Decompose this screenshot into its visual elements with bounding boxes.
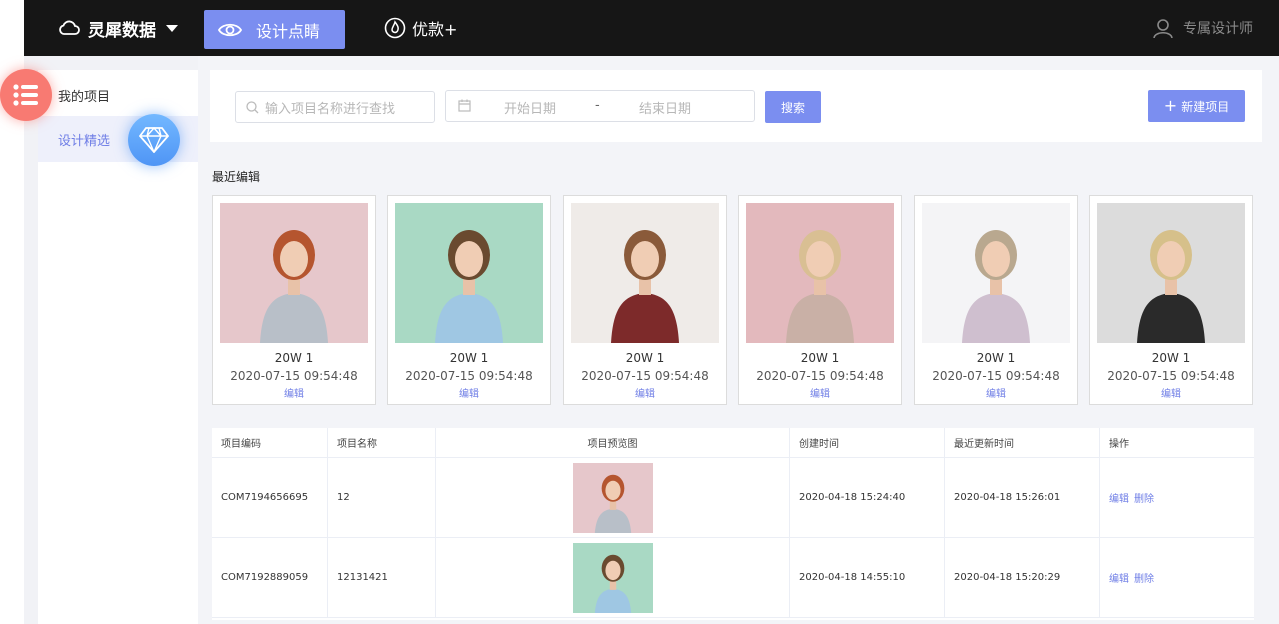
date-range-picker[interactable]: 开始日期 - 结束日期 [445, 90, 755, 122]
card-edit-link[interactable]: 编辑 [564, 385, 726, 400]
card-time: 2020-07-15 09:54:48 [1107, 369, 1235, 383]
updated-time: 2020-04-18 15:20:29 [945, 538, 1100, 617]
header-preview: 项目预览图 [436, 428, 790, 457]
recent-project-card[interactable]: 20W 1 2020-07-15 09:54:48 编辑 [212, 195, 376, 405]
sidebar-item-label: 我的项目 [58, 89, 111, 105]
cloud-icon [59, 20, 80, 35]
recent-project-card[interactable]: 20W 1 2020-07-15 09:54:48 编辑 [1089, 195, 1253, 405]
table-row: COM7194656695 12 2020-04-18 15:24:40 202… [212, 458, 1254, 538]
row-actions: 编辑 删除 [1100, 458, 1254, 537]
header-code: 项目编码 [212, 428, 328, 457]
project-thumbnail[interactable] [1097, 203, 1245, 343]
eye-icon [218, 23, 242, 36]
preview-image[interactable] [572, 462, 653, 533]
new-project-button[interactable]: + 新建项目 [1148, 90, 1245, 122]
nav-youkuan-label: 优款+ [412, 20, 458, 39]
nav-design-highlight[interactable]: 设计点睛 [204, 10, 345, 49]
card-time: 2020-07-15 09:54:48 [230, 369, 358, 383]
search-input[interactable]: 输入项目名称进行查找 [235, 91, 435, 123]
sidebar-gap [38, 56, 198, 70]
calendar-icon [458, 99, 471, 112]
card-edit-link[interactable]: 编辑 [739, 385, 901, 400]
nav-youkuan[interactable]: 优款+ [384, 0, 457, 56]
chevron-down-icon [166, 24, 178, 32]
card-edit-link[interactable]: 编辑 [388, 385, 550, 400]
updated-time: 2020-04-18 15:26:01 [945, 458, 1100, 537]
top-navbar: 灵犀数据 设计点睛 优款+ 专属设计师 [24, 0, 1279, 56]
user-menu[interactable]: 专属设计师 [1153, 0, 1253, 56]
delete-link[interactable]: 删除 [1134, 490, 1154, 505]
recent-project-card[interactable]: 20W 1 2020-07-15 09:54:48 编辑 [563, 195, 727, 405]
card-time: 2020-07-15 09:54:48 [932, 369, 1060, 383]
edit-link[interactable]: 编辑 [1109, 490, 1129, 505]
project-thumbnail[interactable] [571, 203, 719, 343]
sidebar-item-my-projects[interactable]: 我的项目 [38, 72, 198, 118]
project-name: 12 [328, 458, 436, 537]
projects-table: 项目编码 项目名称 项目预览图 创建时间 最近更新时间 操作 COM719465… [212, 428, 1254, 620]
card-edit-link[interactable]: 编辑 [1090, 385, 1252, 400]
project-thumbnail[interactable] [395, 203, 543, 343]
project-thumbnail[interactable] [746, 203, 894, 343]
new-project-label: 新建项目 [1181, 99, 1230, 114]
header-name: 项目名称 [328, 428, 436, 457]
end-date-input[interactable]: 结束日期 [639, 98, 691, 117]
project-preview [436, 538, 790, 617]
plus-icon: + [1163, 96, 1178, 115]
search-icon [246, 100, 259, 113]
date-separator: - [595, 98, 600, 113]
recent-project-card[interactable]: 20W 1 2020-07-15 09:54:48 编辑 [387, 195, 551, 405]
header-created: 创建时间 [790, 428, 945, 457]
preview-image[interactable] [572, 542, 653, 613]
card-time: 2020-07-15 09:54:48 [405, 369, 533, 383]
header-updated: 最近更新时间 [945, 428, 1100, 457]
brand-menu[interactable]: 灵犀数据 [58, 0, 178, 56]
list-icon[interactable] [0, 69, 52, 121]
card-title: 20W 1 [1151, 351, 1191, 365]
start-date-input[interactable]: 开始日期 [504, 98, 556, 117]
user-name: 专属设计师 [1183, 21, 1253, 37]
brand-name: 灵犀数据 [88, 20, 156, 41]
created-time: 2020-04-18 14:55:10 [790, 538, 945, 617]
project-code: COM7192889059 [212, 538, 328, 617]
nav-design-highlight-label: 设计点睛 [256, 21, 321, 41]
recent-project-card[interactable]: 20W 1 2020-07-15 09:54:48 编辑 [914, 195, 1078, 405]
card-time: 2020-07-15 09:54:48 [756, 369, 884, 383]
page-gutter [24, 56, 38, 624]
card-title: 20W 1 [449, 351, 489, 365]
project-thumbnail[interactable] [922, 203, 1070, 343]
row-actions: 编辑 删除 [1100, 538, 1254, 617]
delete-link[interactable]: 删除 [1134, 570, 1154, 585]
card-title: 20W 1 [800, 351, 840, 365]
search-button-label: 搜索 [780, 100, 805, 115]
header-actions: 操作 [1109, 439, 1129, 450]
search-placeholder: 输入项目名称进行查找 [265, 101, 396, 117]
created-time: 2020-04-18 15:24:40 [790, 458, 945, 537]
search-button[interactable]: 搜索 [765, 91, 821, 123]
flame-icon [384, 17, 406, 39]
sidebar-item-label: 设计精选 [58, 133, 111, 149]
user-icon [1153, 19, 1173, 38]
card-time: 2020-07-15 09:54:48 [581, 369, 709, 383]
edit-link[interactable]: 编辑 [1109, 570, 1129, 585]
card-edit-link[interactable]: 编辑 [915, 385, 1077, 400]
table-header-row: 项目编码 项目名称 项目预览图 创建时间 最近更新时间 操作 [212, 428, 1254, 458]
recent-project-card[interactable]: 20W 1 2020-07-15 09:54:48 编辑 [738, 195, 902, 405]
search-panel: 输入项目名称进行查找 开始日期 - 结束日期 搜索 + 新建项目 [210, 70, 1262, 142]
table-row: COM7192889059 12131421 2020-04-18 14:55:… [212, 538, 1254, 618]
card-edit-link[interactable]: 编辑 [213, 385, 375, 400]
card-title: 20W 1 [625, 351, 665, 365]
card-title: 20W 1 [274, 351, 314, 365]
project-thumbnail[interactable] [220, 203, 368, 343]
project-code: COM7194656695 [212, 458, 328, 537]
project-name: 12131421 [328, 538, 436, 617]
recent-edits-title: 最近编辑 [212, 170, 261, 184]
diamond-icon[interactable] [128, 114, 180, 166]
project-preview [436, 458, 790, 537]
card-title: 20W 1 [976, 351, 1016, 365]
